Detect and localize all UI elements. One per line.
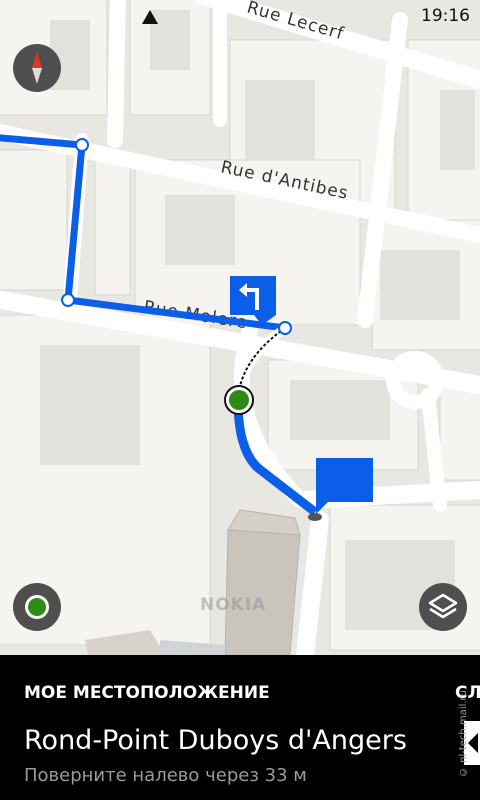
- navigation-panel[interactable]: МОЕ МЕСТОПОЛОЖЕНИЕ Rond-Point Duboys d'A…: [0, 655, 480, 800]
- route-waypoint: [278, 321, 292, 335]
- route-waypoint: [75, 138, 89, 152]
- current-street: Rond-Point Duboys d'Angers: [24, 725, 407, 756]
- panel-heading: МОЕ МЕСТОПОЛОЖЕНИЕ: [24, 683, 270, 703]
- turn-instruction: Поверните налево через 33 м: [24, 765, 307, 786]
- status-bar: 19:16: [0, 0, 480, 32]
- nokia-watermark: NOKIA: [200, 595, 267, 615]
- compass-icon[interactable]: [13, 44, 61, 92]
- route-waypoint: [61, 293, 75, 307]
- my-location-icon[interactable]: [13, 583, 61, 631]
- layers-icon[interactable]: [419, 583, 467, 631]
- status-time: 19:16: [421, 6, 470, 26]
- signal-icon: [142, 10, 158, 24]
- map-view[interactable]: Rue Lecerf Rue d'Antibes Rue Molere: [0, 0, 480, 655]
- site-credit: © nl-tech.mail.ru: [458, 690, 469, 778]
